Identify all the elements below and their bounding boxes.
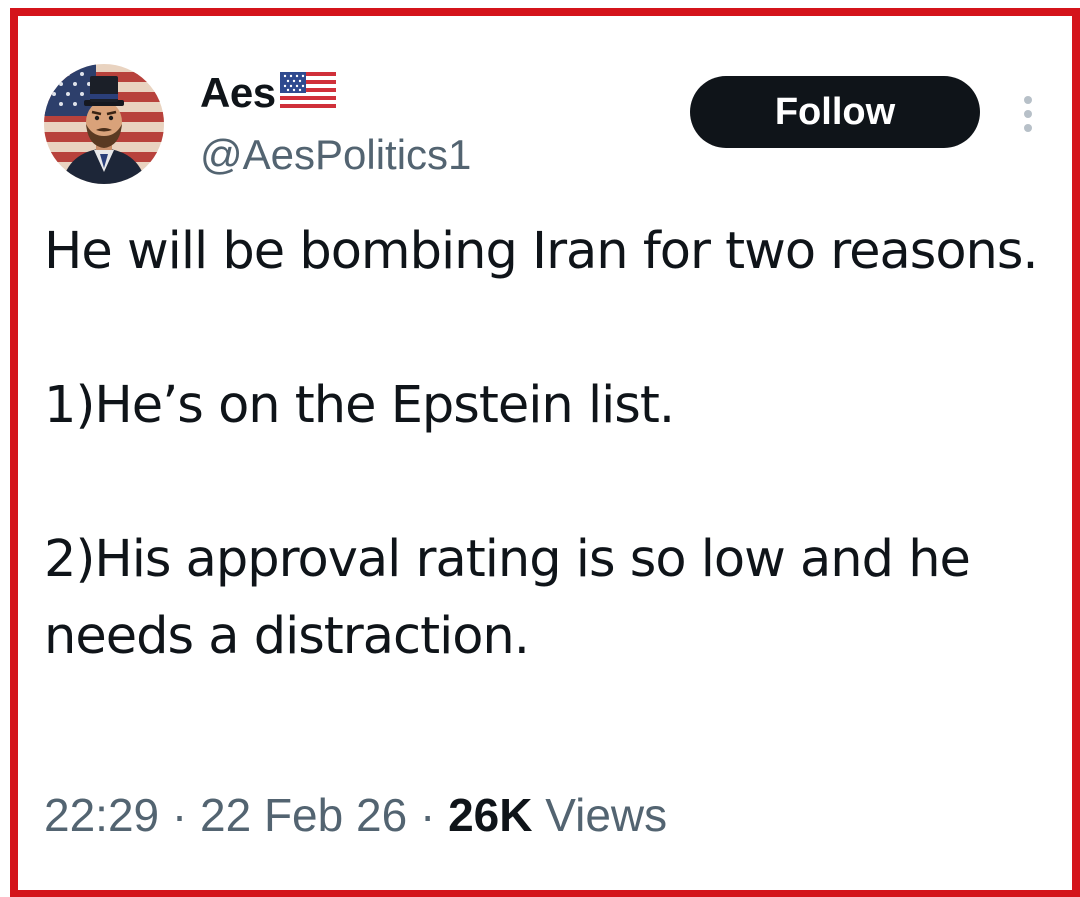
tweet-text-line: He will be bombing Iran for two reasons. <box>44 222 1039 281</box>
more-vertical-icon[interactable] <box>1014 94 1042 134</box>
meta-separator: · <box>419 789 436 841</box>
avatar-image <box>44 64 164 184</box>
red-highlight-frame: Aes @AesPolitics1 Follow He will be bomb… <box>10 8 1080 897</box>
tweet-date[interactable]: 22 Feb 26 <box>200 789 407 841</box>
author-handle[interactable]: @AesPolitics1 <box>200 131 471 179</box>
tweet-text-line: 1)He’s on the Epstein list. <box>44 376 675 435</box>
author-display-name[interactable]: Aes <box>200 68 336 117</box>
views-label: Views <box>545 789 668 841</box>
meta-separator: · <box>171 789 188 841</box>
tweet-card: Aes @AesPolitics1 Follow He will be bomb… <box>18 16 1072 890</box>
tweet-text: He will be bombing Iran for two reasons.… <box>44 213 1054 675</box>
tweet-text-blank-line <box>44 290 1054 367</box>
views-count: 26K <box>448 789 533 841</box>
us-flag-icon <box>279 72 336 117</box>
tweet-text-line: 2)His approval rating is so low and he n… <box>44 530 971 666</box>
tweet-time[interactable]: 22:29 <box>44 789 159 841</box>
author-avatar[interactable] <box>44 64 164 184</box>
display-name-text: Aes <box>200 68 276 116</box>
tweet-meta: 22:29 · 22 Feb 26 · 26K Views <box>44 788 667 842</box>
follow-button[interactable]: Follow <box>690 76 980 148</box>
tweet-text-blank-line <box>44 444 1054 521</box>
